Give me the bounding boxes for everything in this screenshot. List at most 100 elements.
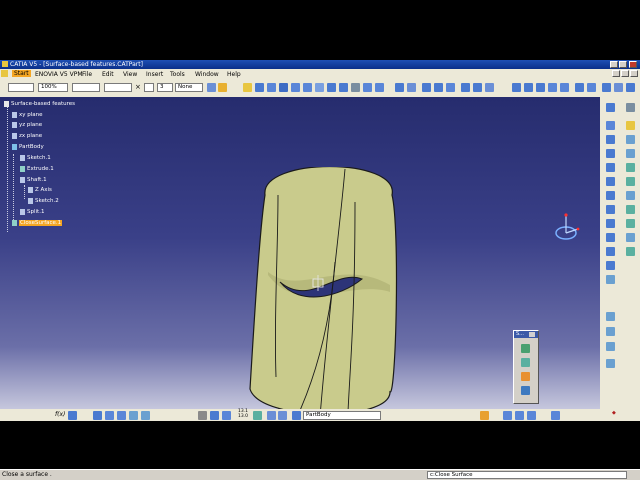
pocket-icon[interactable] xyxy=(606,135,615,144)
painter-icon[interactable] xyxy=(207,83,216,92)
zoom-out-icon[interactable] xyxy=(303,83,312,92)
floating-close-icon[interactable] xyxy=(529,332,535,337)
line-weight-combo[interactable] xyxy=(104,83,132,92)
snap-icon[interactable] xyxy=(606,359,615,368)
menu-start[interactable]: Start xyxy=(12,70,31,77)
fill-color-combo[interactable] xyxy=(8,83,34,92)
geometric-set-icon[interactable] xyxy=(407,83,416,92)
doc-close-button[interactable] xyxy=(630,70,638,77)
undo-icon[interactable] xyxy=(222,411,231,420)
body-select-combo[interactable]: PartBody xyxy=(303,411,381,420)
thick-surface-icon[interactable] xyxy=(521,358,530,367)
menu-tools[interactable]: Tools xyxy=(170,71,185,78)
floating-toolbar[interactable]: S... xyxy=(513,330,539,404)
reorder-icon[interactable] xyxy=(129,411,138,420)
workbench-icon[interactable] xyxy=(626,121,635,130)
shading-icon[interactable] xyxy=(351,83,360,92)
split-icon[interactable] xyxy=(521,386,530,395)
thickness-icon[interactable] xyxy=(606,219,615,228)
menu-view[interactable]: View xyxy=(123,71,137,78)
chamfer-icon[interactable] xyxy=(626,191,635,200)
translate-icon[interactable] xyxy=(606,233,615,242)
pad-icon[interactable] xyxy=(606,121,615,130)
axis-system-icon[interactable] xyxy=(560,83,569,92)
menu-edit[interactable]: Edit xyxy=(102,71,114,78)
scaling-icon[interactable] xyxy=(606,275,615,284)
shaft-icon[interactable] xyxy=(626,135,635,144)
constraint-dim-icon[interactable] xyxy=(606,312,615,321)
rotate-icon[interactable] xyxy=(279,83,288,92)
tree-root[interactable]: Surface-based features xyxy=(4,101,75,107)
analysis-draft-icon[interactable] xyxy=(606,342,615,351)
line-type-combo[interactable] xyxy=(72,83,100,92)
hide-show-icon[interactable] xyxy=(363,83,372,92)
measure-inertia-icon[interactable] xyxy=(485,83,494,92)
body-icon[interactable] xyxy=(422,83,431,92)
cylinder-surface[interactable] xyxy=(240,167,410,409)
cross-icon[interactable]: × xyxy=(135,83,141,91)
maximize-button[interactable] xyxy=(619,61,627,68)
loft-icon[interactable] xyxy=(626,177,635,186)
instant-update-icon[interactable] xyxy=(117,411,126,420)
measure-icon[interactable] xyxy=(461,83,470,92)
multi-view-icon[interactable] xyxy=(327,83,336,92)
mirror-icon[interactable] xyxy=(626,247,635,256)
tree-sketch-2[interactable]: Sketch.2 xyxy=(28,198,59,204)
knowledge-advisor-icon[interactable] xyxy=(480,411,489,420)
doc-minimize-button[interactable] xyxy=(612,70,620,77)
minimize-button[interactable] xyxy=(610,61,618,68)
menu-enovia[interactable]: ENOVIA V5 VPM xyxy=(35,71,83,78)
normal-view-icon[interactable] xyxy=(315,83,324,92)
swap-space-icon[interactable] xyxy=(375,83,384,92)
document-icon[interactable] xyxy=(1,70,8,77)
fillet-icon[interactable] xyxy=(606,191,615,200)
fly-mode-icon[interactable] xyxy=(243,83,252,92)
menu-insert[interactable]: Insert xyxy=(146,71,163,78)
fit-all-icon[interactable] xyxy=(255,83,264,92)
menu-help[interactable]: Help xyxy=(227,71,241,78)
paste-icon[interactable] xyxy=(515,411,524,420)
menu-file[interactable]: File xyxy=(82,71,92,78)
analysis-icon[interactable] xyxy=(614,83,623,92)
plane-icon[interactable] xyxy=(536,83,545,92)
positioned-sketch-icon[interactable] xyxy=(587,83,596,92)
measure-between-icon[interactable] xyxy=(253,411,262,420)
line-icon[interactable] xyxy=(524,83,533,92)
point-icon[interactable] xyxy=(548,83,557,92)
shell-icon[interactable] xyxy=(626,205,635,214)
filter-icon[interactable] xyxy=(551,411,560,420)
tree-z-axis[interactable]: Z Axis xyxy=(28,187,52,193)
pattern-icon[interactable] xyxy=(606,261,615,270)
properties-icon[interactable] xyxy=(218,83,227,92)
publication-icon[interactable] xyxy=(105,411,114,420)
rotate-feature-icon[interactable] xyxy=(626,233,635,242)
sew-surface-icon[interactable] xyxy=(521,372,530,381)
stiffener-icon[interactable] xyxy=(606,177,615,186)
layer-combo[interactable]: None xyxy=(175,83,203,92)
exit-workbench-icon[interactable] xyxy=(606,103,615,112)
reference-element-icon[interactable] xyxy=(512,83,521,92)
measure-item-icon[interactable] xyxy=(473,83,482,92)
tree-zx-plane[interactable]: zx plane xyxy=(12,133,42,139)
delete-icon[interactable] xyxy=(527,411,536,420)
display-icon[interactable] xyxy=(278,411,287,420)
rib-icon[interactable] xyxy=(606,163,615,172)
command-input[interactable]: c:Close Surface xyxy=(427,471,627,479)
thread-icon[interactable] xyxy=(626,219,635,228)
select-icon[interactable] xyxy=(210,411,219,420)
sketch-icon[interactable] xyxy=(575,83,584,92)
point-combo[interactable] xyxy=(144,83,154,92)
hole-icon[interactable] xyxy=(626,149,635,158)
symmetry-icon[interactable] xyxy=(606,247,615,256)
draft-icon[interactable] xyxy=(606,205,615,214)
groove-icon[interactable] xyxy=(606,149,615,158)
tree-partbody[interactable]: PartBody xyxy=(12,144,44,150)
ordered-set-icon[interactable] xyxy=(446,83,455,92)
3d-viewport[interactable]: Surface-based features xy plane yz plane… xyxy=(0,97,600,409)
iso-view-icon[interactable] xyxy=(339,83,348,92)
point-symbol-combo[interactable]: 3 xyxy=(157,83,173,92)
grid-icon[interactable] xyxy=(198,411,207,420)
zoom-combo[interactable]: 100% xyxy=(38,83,68,92)
constraint-icon[interactable] xyxy=(626,83,635,92)
insert-body-icon[interactable] xyxy=(434,83,443,92)
